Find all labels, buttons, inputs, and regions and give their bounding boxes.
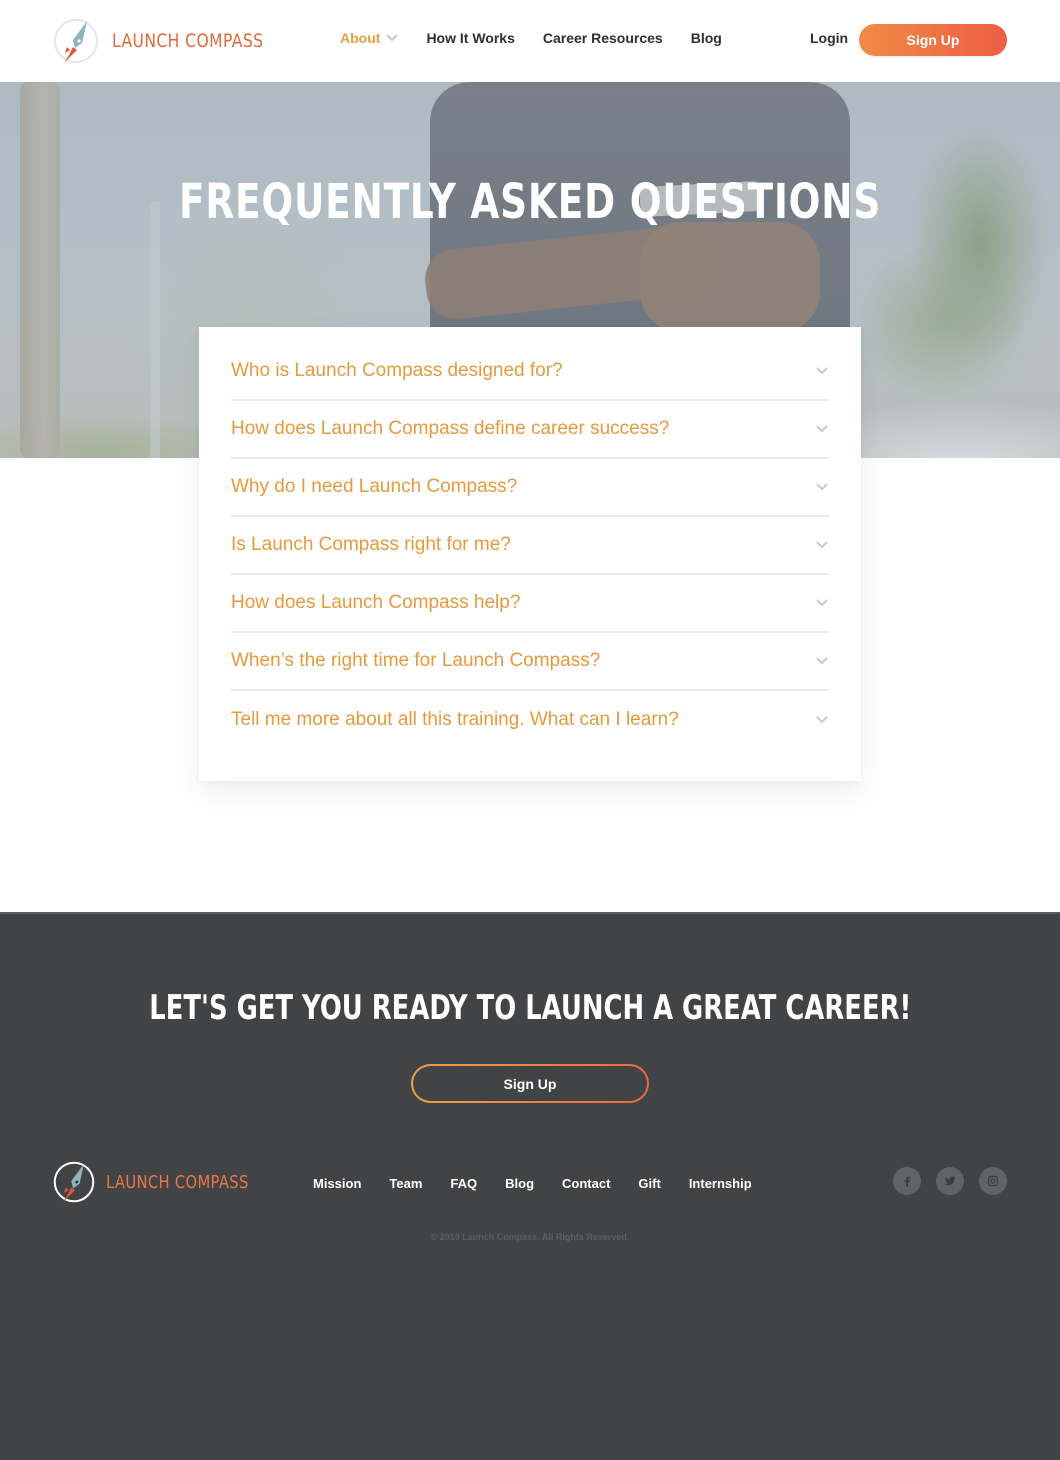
chevron-down-icon bbox=[816, 716, 828, 724]
footer-logo-text: LAUNCH COMPASS bbox=[106, 1171, 249, 1193]
faq-question: When’s the right time for Launch Compass… bbox=[231, 650, 601, 671]
faq-item[interactable]: Who is Launch Compass designed for? bbox=[231, 343, 829, 401]
faq-accordion: Who is Launch Compass designed for? How … bbox=[199, 327, 861, 781]
footer-link-team[interactable]: Team bbox=[389, 1176, 422, 1191]
logo[interactable]: LAUNCH COMPASS bbox=[52, 16, 297, 66]
social-links bbox=[893, 1167, 1022, 1195]
footer-link-blog[interactable]: Blog bbox=[505, 1176, 534, 1191]
faq-item[interactable]: When’s the right time for Launch Compass… bbox=[231, 633, 829, 691]
footer-logo[interactable]: LAUNCH COMPASS bbox=[52, 1160, 280, 1204]
nav-item-career-resources[interactable]: Career Resources bbox=[543, 30, 663, 46]
chevron-down-icon bbox=[816, 657, 828, 665]
copyright-text: © 2019 Launch Compass. All Rights Reserv… bbox=[430, 1232, 630, 1242]
cta-heading: LET'S GET YOU READY TO LAUNCH A GREAT CA… bbox=[149, 988, 911, 1028]
footer-link-faq[interactable]: FAQ bbox=[450, 1176, 477, 1191]
footer-nav: Mission Team FAQ Blog Contact Gift Inter… bbox=[313, 1176, 780, 1191]
faq-item[interactable]: How does Launch Compass help? bbox=[231, 575, 829, 633]
faq-question: Why do I need Launch Compass? bbox=[231, 476, 518, 497]
faq-item[interactable]: Is Launch Compass right for me? bbox=[231, 517, 829, 575]
faq-item[interactable]: How does Launch Compass define career su… bbox=[231, 401, 829, 459]
chevron-down-icon bbox=[816, 599, 828, 607]
main-nav: About How It Works Career Resources Blog bbox=[340, 30, 750, 46]
compass-rocket-logo-icon bbox=[53, 1161, 95, 1203]
chevron-down-icon bbox=[816, 483, 828, 491]
cta-signup-button[interactable]: Sign Up bbox=[411, 1064, 649, 1103]
facebook-button[interactable] bbox=[893, 1167, 921, 1195]
nav-item-how-it-works[interactable]: How It Works bbox=[426, 30, 514, 46]
cta-signup-label: Sign Up bbox=[413, 1066, 647, 1101]
footer-link-mission[interactable]: Mission bbox=[313, 1176, 361, 1191]
nav-item-about[interactable]: About bbox=[340, 30, 399, 46]
instagram-icon bbox=[987, 1175, 999, 1187]
signup-button[interactable]: Sign Up bbox=[859, 24, 1007, 56]
footer-link-gift[interactable]: Gift bbox=[638, 1176, 660, 1191]
page-title: FREQUENTLY ASKED QUESTIONS bbox=[178, 174, 882, 230]
facebook-icon bbox=[904, 1176, 910, 1187]
faq-question: Tell me more about all this training. Wh… bbox=[231, 709, 679, 730]
instagram-button[interactable] bbox=[979, 1167, 1007, 1195]
faq-question: Who is Launch Compass designed for? bbox=[231, 360, 563, 381]
chevron-down-icon bbox=[816, 367, 828, 375]
footer-divider bbox=[0, 912, 1060, 914]
twitter-button[interactable] bbox=[936, 1167, 964, 1195]
faq-question: How does Launch Compass define career su… bbox=[231, 418, 670, 439]
faq-item[interactable]: Why do I need Launch Compass? bbox=[231, 459, 829, 517]
site-footer: LET'S GET YOU READY TO LAUNCH A GREAT CA… bbox=[0, 912, 1060, 1460]
login-link[interactable]: Login bbox=[810, 30, 848, 46]
twitter-icon bbox=[944, 1176, 956, 1186]
site-header: LAUNCH COMPASS About How It Works Career… bbox=[0, 0, 1060, 82]
chevron-down-icon bbox=[816, 425, 828, 433]
chevron-down-icon bbox=[386, 34, 399, 42]
footer-link-internship[interactable]: Internship bbox=[689, 1176, 752, 1191]
chevron-down-icon bbox=[816, 541, 828, 549]
compass-rocket-logo-icon bbox=[54, 19, 98, 63]
footer-link-contact[interactable]: Contact bbox=[562, 1176, 610, 1191]
faq-item[interactable]: Tell me more about all this training. Wh… bbox=[231, 691, 829, 749]
logo-text: LAUNCH COMPASS bbox=[112, 30, 264, 52]
nav-item-label: About bbox=[340, 30, 381, 46]
nav-item-blog[interactable]: Blog bbox=[691, 30, 722, 46]
faq-question: Is Launch Compass right for me? bbox=[231, 534, 511, 555]
faq-question: How does Launch Compass help? bbox=[231, 592, 521, 613]
